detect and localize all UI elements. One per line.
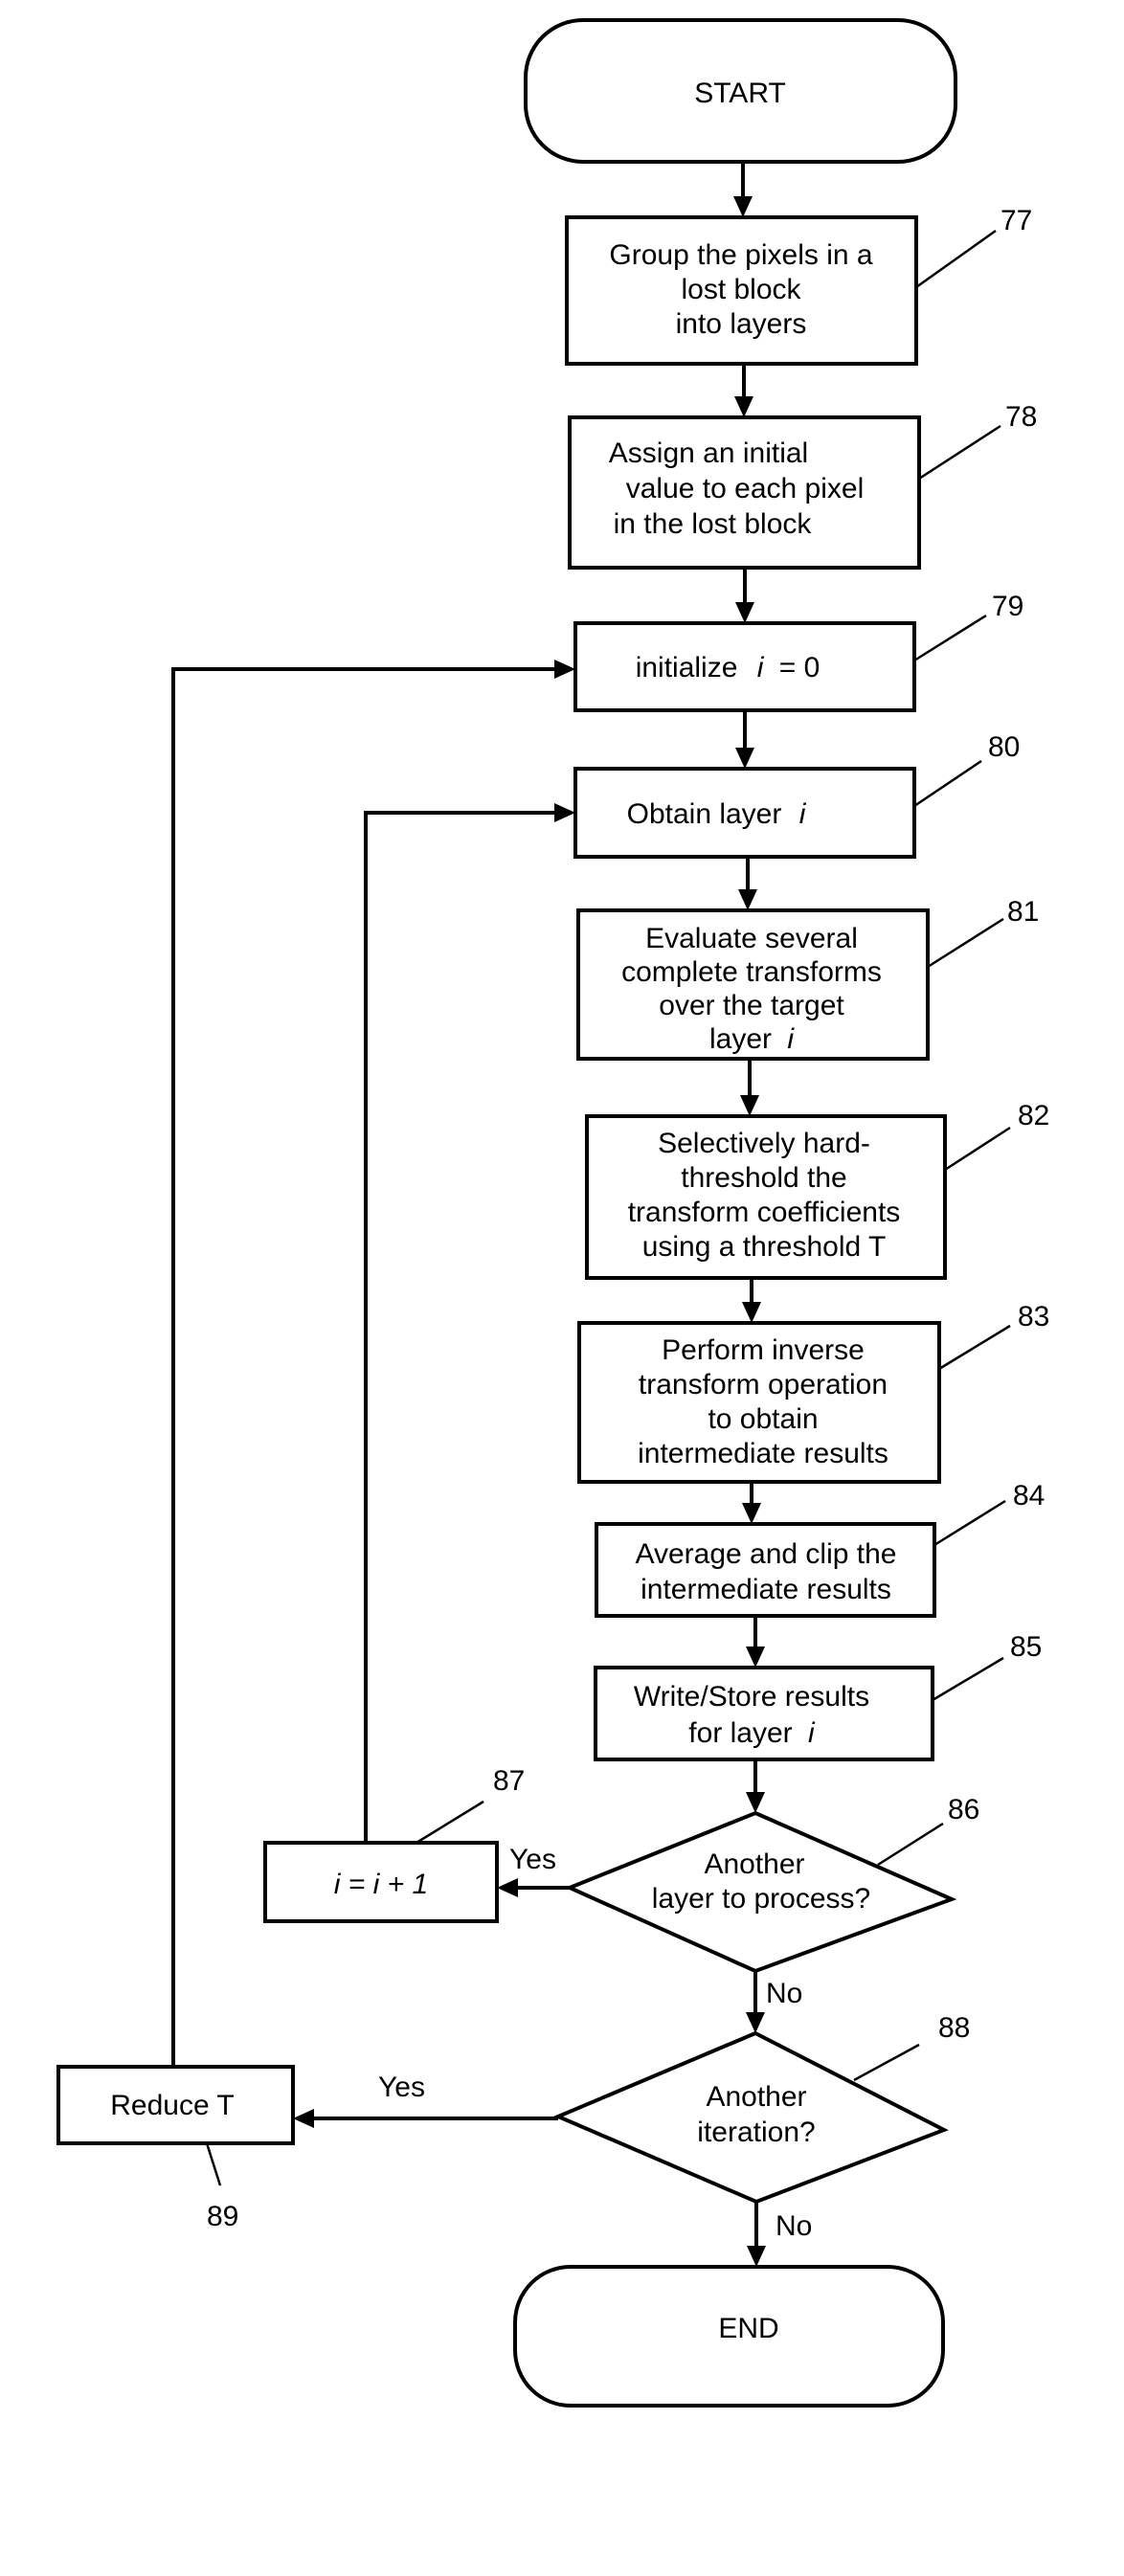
ref-87: 87 [493,1765,525,1797]
end-label: END [718,2313,778,2344]
step-82-line-1: Selectively hard- [658,1128,870,1159]
step-80-label: Obtain layer [627,798,782,830]
start-label: START [694,78,786,109]
decision-another-iteration: Another iteration? [552,2030,949,2205]
leader-82 [944,1126,1011,1172]
step-80-text: Obtain layer i [627,798,807,830]
step-78-line-1: Assign an initial [609,437,808,469]
ref-78: 78 [1005,401,1037,433]
step-initialize-i: initialize i = 0 [573,621,916,712]
arrow-start-to-77 [733,162,753,217]
start-terminal: START [524,18,957,164]
step-write-store-results: Write/Store results for layer i [594,1666,934,1761]
arrow-81-to-82 [740,1059,759,1116]
step-82-line-3: transform coefficients [628,1197,901,1228]
step-increment-i: i = i + 1 [263,1841,499,1923]
ref-82: 82 [1018,1100,1049,1131]
step-83-line-2: transform operation [639,1369,888,1400]
step-hard-threshold: Selectively hard- threshold the transfor… [585,1114,947,1280]
step-obtain-layer: Obtain layer i [573,767,916,859]
decision-88-line-2: iteration? [697,2117,815,2148]
ref-88: 88 [938,2012,970,2044]
step-83-line-4: intermediate results [638,1438,888,1469]
ref-85: 85 [1010,1631,1042,1663]
arrow-88-no-to-end [747,2202,766,2267]
step-81-line-3: over the target [659,990,844,1021]
decision-86-line-2: layer to process? [652,1883,870,1915]
leader-88 [853,2043,920,2082]
step-83-line-1: Perform inverse [662,1334,865,1366]
arrow-82-to-83 [742,1278,761,1323]
step-84-line-1: Average and clip the [636,1538,897,1570]
step-79-label: initialize [636,652,738,683]
arrow-88-yes-to-89 [293,2109,558,2128]
arrow-79-to-80 [735,710,754,769]
leader-89 [205,2142,222,2186]
step-reduce-threshold: Reduce T [56,2065,295,2145]
ref-86: 86 [948,1794,979,1826]
leader-80 [913,759,982,808]
increment-label: i = i + 1 [334,1869,428,1900]
step-81-line-2: complete transforms [621,956,882,988]
loop-arrow-87-to-80 [364,803,575,1843]
step-78-line-2: value to each pixel [626,473,865,504]
arrow-80-to-81 [738,857,757,910]
leader-84 [933,1499,1006,1547]
step-79-text: initialize i = 0 [636,652,821,683]
leader-83 [938,1324,1011,1371]
step-average-clip: Average and clip the intermediate result… [595,1522,936,1618]
arrow-84-to-85 [746,1616,765,1668]
ref-80: 80 [988,731,1020,763]
reduce-label: Reduce T [110,2090,235,2121]
decision-88-yes-label: Yes [378,2072,425,2103]
step-85-line-2: for layer i [688,1717,816,1749]
step-77-line-3: into layers [676,308,807,340]
decision-86-line-1: Another [704,1848,804,1880]
step-85-last-label: for layer [688,1717,792,1749]
end-terminal: END [513,2265,945,2408]
step-81-last-label: layer [709,1023,772,1055]
step-77-line-2: lost block [681,274,801,305]
ref-77: 77 [1000,205,1032,236]
decision-86-yes-label: Yes [509,1844,556,1875]
arrow-86-no-to-88 [746,1971,765,2033]
leader-86 [877,1822,944,1867]
step-82-line-2: threshold the [681,1162,846,1194]
step-83-line-3: to obtain [708,1403,818,1435]
step-84-line-2: intermediate results [641,1574,891,1605]
arrow-85-to-86 [746,1759,765,1813]
arrow-77-to-78 [734,364,753,417]
step-assign-initial-value: Assign an initial value to each pixel in… [568,415,921,570]
step-78-line-3: in the lost block [614,508,813,540]
step-77-line-1: Group the pixels in a [609,239,872,271]
leader-85 [932,1656,1004,1702]
leader-77 [915,229,997,289]
ref-83: 83 [1018,1301,1049,1333]
ref-81: 81 [1007,896,1039,928]
step-evaluate-transforms: Evaluate several complete transforms ove… [576,908,930,1061]
step-79-suffix: = 0 [779,652,821,683]
step-group-pixels: Group the pixels in a lost block into la… [565,215,918,366]
leader-81 [927,917,1004,969]
step-79-var: i [757,652,765,683]
arrow-86-yes-to-87 [497,1878,570,1897]
leader-79 [913,614,987,662]
decision-88-line-1: Another [706,2081,806,2113]
ref-89: 89 [207,2201,238,2232]
ref-84: 84 [1013,1480,1045,1512]
step-82-line-4: using a threshold T [642,1231,887,1263]
step-81-line-1: Evaluate several [645,923,858,954]
step-inverse-transform: Perform inverse transform operation to o… [577,1321,941,1484]
ref-79: 79 [992,591,1023,622]
arrow-83-to-84 [742,1482,761,1524]
decision-another-layer: Another layer to process? [564,1810,957,1974]
decision-88-no-label: No [776,2210,812,2242]
leader-78 [918,424,1001,481]
step-85-line-1: Write/Store results [634,1681,869,1713]
leader-87 [416,1800,484,1845]
arrow-78-to-79 [735,568,754,623]
flowchart: marker path { } START Group the pixels i… [56,18,1049,2408]
decision-86-no-label: No [766,1978,802,2009]
